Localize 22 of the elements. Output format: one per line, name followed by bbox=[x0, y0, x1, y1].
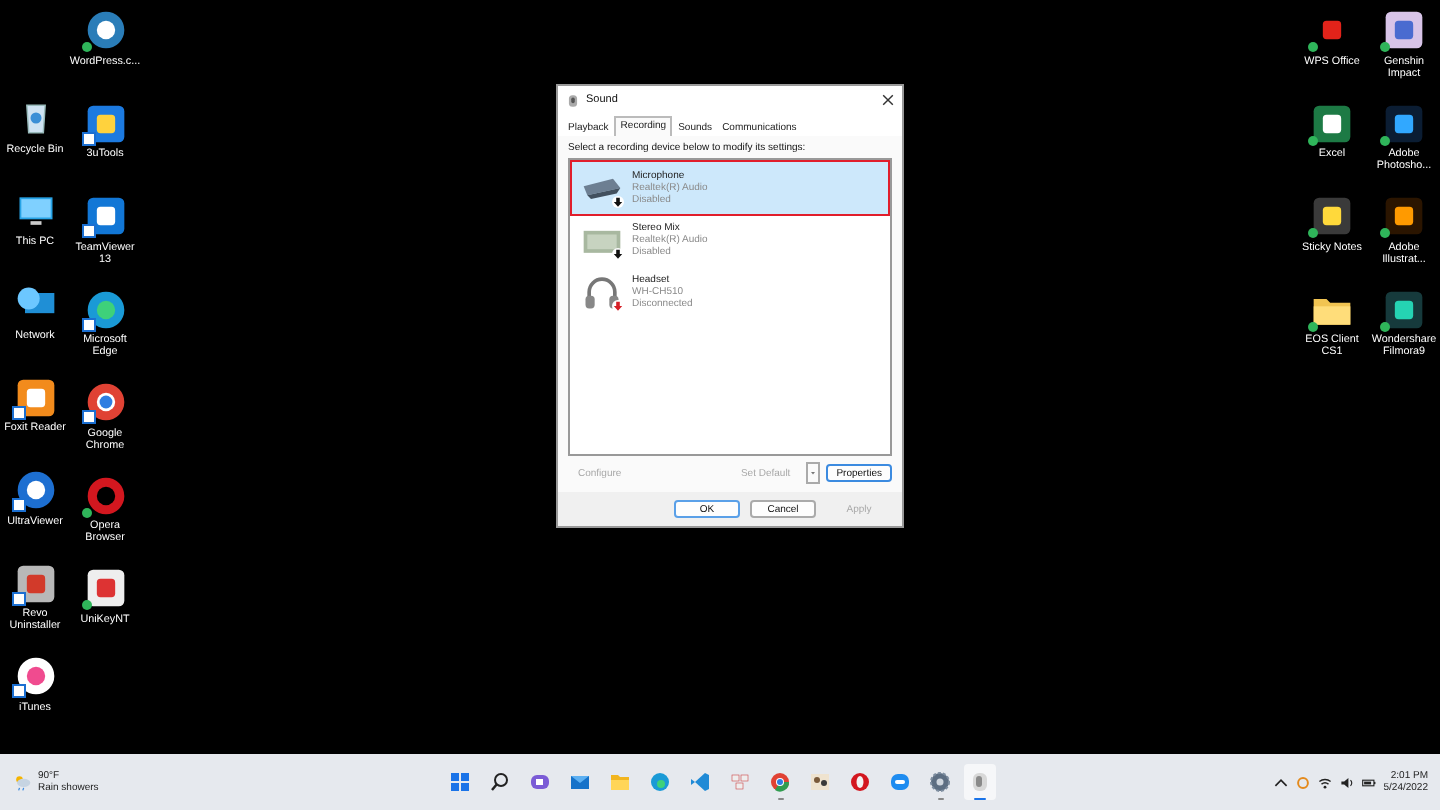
chat-bubble-icon bbox=[888, 770, 912, 794]
close-icon[interactable] bbox=[882, 94, 894, 106]
code-editor-icon bbox=[688, 770, 712, 794]
chevron-up-icon[interactable] bbox=[1273, 775, 1288, 789]
speaker-device-icon bbox=[968, 770, 992, 794]
wifi-icon[interactable] bbox=[1317, 775, 1332, 789]
headset-icon bbox=[580, 272, 624, 312]
battery-icon[interactable] bbox=[1361, 775, 1376, 789]
browser-icon bbox=[768, 770, 792, 794]
browser-icon bbox=[848, 770, 872, 794]
volume-icon[interactable] bbox=[1339, 775, 1354, 789]
chat-icon bbox=[528, 770, 552, 794]
folder-icon bbox=[608, 770, 632, 794]
mail-icon bbox=[568, 770, 592, 794]
browser-icon bbox=[648, 770, 672, 794]
speaker-icon bbox=[566, 93, 580, 107]
search-icon bbox=[488, 770, 512, 794]
cloud-rain-icon bbox=[12, 772, 32, 792]
windows-logo-icon bbox=[448, 770, 472, 794]
sync-icon[interactable] bbox=[1295, 775, 1310, 789]
keyboard-keys-icon bbox=[728, 770, 752, 794]
gear-icon bbox=[928, 770, 952, 794]
